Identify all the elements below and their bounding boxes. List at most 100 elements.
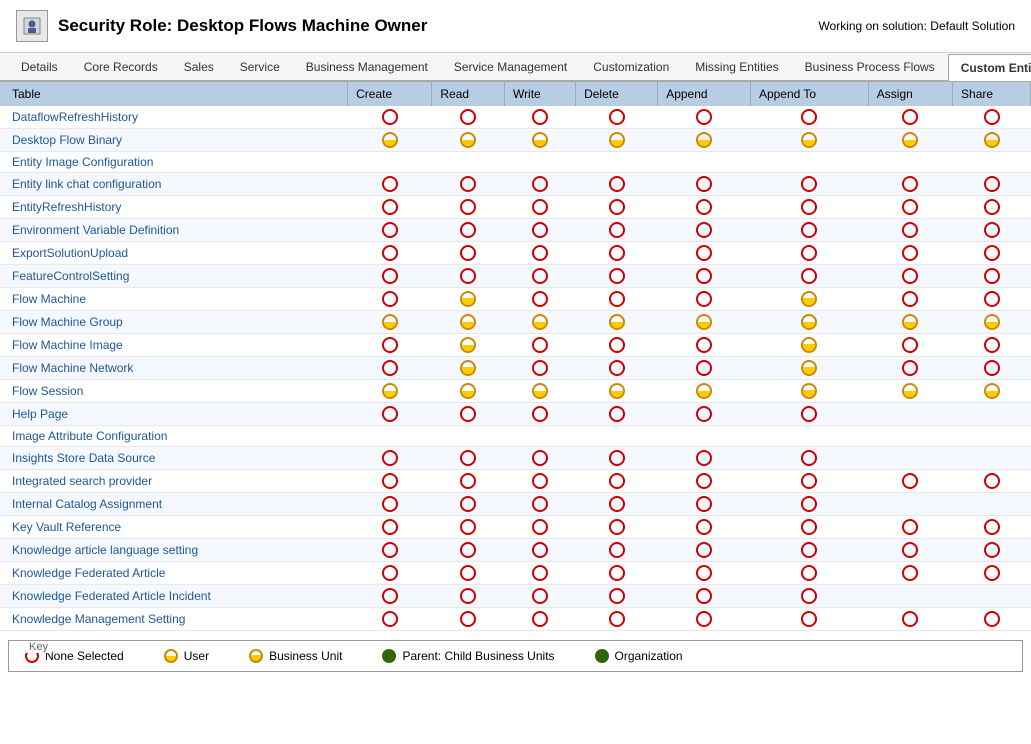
- perm-none-icon[interactable]: [902, 176, 918, 192]
- tab-core-records[interactable]: Core Records: [71, 53, 171, 80]
- perm-none-icon[interactable]: [801, 450, 817, 466]
- perm-none-icon[interactable]: [696, 176, 712, 192]
- perm-none-icon[interactable]: [532, 268, 548, 284]
- perm-none-icon[interactable]: [696, 473, 712, 489]
- perm-none-icon[interactable]: [984, 245, 1000, 261]
- perm-none-icon[interactable]: [696, 519, 712, 535]
- perm-none-icon[interactable]: [984, 337, 1000, 353]
- perm-none-icon[interactable]: [460, 109, 476, 125]
- perm-none-icon[interactable]: [801, 565, 817, 581]
- perm-none-icon[interactable]: [460, 450, 476, 466]
- perm-none-icon[interactable]: [801, 176, 817, 192]
- perm-none-icon[interactable]: [609, 565, 625, 581]
- perm-none-icon[interactable]: [696, 360, 712, 376]
- perm-user-icon[interactable]: [460, 383, 476, 399]
- perm-user-icon[interactable]: [609, 132, 625, 148]
- perm-none-icon[interactable]: [532, 199, 548, 215]
- perm-none-icon[interactable]: [382, 496, 398, 512]
- perm-none-icon[interactable]: [460, 245, 476, 261]
- perm-none-icon[interactable]: [696, 542, 712, 558]
- tab-details[interactable]: Details: [8, 53, 71, 80]
- tab-service-management[interactable]: Service Management: [441, 53, 580, 80]
- perm-none-icon[interactable]: [984, 291, 1000, 307]
- perm-none-icon[interactable]: [532, 450, 548, 466]
- perm-none-icon[interactable]: [609, 542, 625, 558]
- perm-user-icon[interactable]: [696, 383, 712, 399]
- perm-none-icon[interactable]: [460, 268, 476, 284]
- perm-none-icon[interactable]: [609, 473, 625, 489]
- tab-service[interactable]: Service: [227, 53, 293, 80]
- perm-none-icon[interactable]: [532, 519, 548, 535]
- perm-none-icon[interactable]: [902, 473, 918, 489]
- perm-none-icon[interactable]: [609, 109, 625, 125]
- perm-none-icon[interactable]: [382, 406, 398, 422]
- tab-missing-entities[interactable]: Missing Entities: [682, 53, 791, 80]
- perm-bu-icon[interactable]: [801, 337, 817, 353]
- perm-none-icon[interactable]: [382, 611, 398, 627]
- perm-none-icon[interactable]: [801, 519, 817, 535]
- perm-none-icon[interactable]: [532, 360, 548, 376]
- perm-none-icon[interactable]: [696, 199, 712, 215]
- perm-none-icon[interactable]: [382, 176, 398, 192]
- perm-none-icon[interactable]: [382, 222, 398, 238]
- perm-none-icon[interactable]: [532, 611, 548, 627]
- perm-user-icon[interactable]: [801, 314, 817, 330]
- perm-none-icon[interactable]: [902, 519, 918, 535]
- perm-none-icon[interactable]: [382, 360, 398, 376]
- tab-custom-entities[interactable]: Custom Entities: [948, 54, 1031, 81]
- perm-none-icon[interactable]: [902, 199, 918, 215]
- perm-none-icon[interactable]: [984, 473, 1000, 489]
- perm-none-icon[interactable]: [902, 565, 918, 581]
- perm-none-icon[interactable]: [460, 565, 476, 581]
- perm-user-icon[interactable]: [902, 132, 918, 148]
- perm-none-icon[interactable]: [801, 588, 817, 604]
- perm-none-icon[interactable]: [984, 519, 1000, 535]
- perm-user-icon[interactable]: [984, 383, 1000, 399]
- perm-none-icon[interactable]: [382, 268, 398, 284]
- perm-none-icon[interactable]: [609, 291, 625, 307]
- perm-user-icon[interactable]: [801, 132, 817, 148]
- perm-user-icon[interactable]: [696, 132, 712, 148]
- perm-user-icon[interactable]: [382, 383, 398, 399]
- perm-user-icon[interactable]: [460, 132, 476, 148]
- perm-none-icon[interactable]: [382, 245, 398, 261]
- perm-user-icon[interactable]: [902, 383, 918, 399]
- perm-none-icon[interactable]: [382, 519, 398, 535]
- perm-user-icon[interactable]: [696, 314, 712, 330]
- perm-user-icon[interactable]: [984, 314, 1000, 330]
- perm-none-icon[interactable]: [532, 588, 548, 604]
- perm-none-icon[interactable]: [609, 588, 625, 604]
- tab-business-management[interactable]: Business Management: [293, 53, 441, 80]
- perm-none-icon[interactable]: [532, 245, 548, 261]
- perm-none-icon[interactable]: [801, 199, 817, 215]
- perm-none-icon[interactable]: [696, 406, 712, 422]
- perm-none-icon[interactable]: [902, 222, 918, 238]
- perm-none-icon[interactable]: [696, 268, 712, 284]
- perm-none-icon[interactable]: [382, 109, 398, 125]
- perm-user-icon[interactable]: [609, 383, 625, 399]
- perm-none-icon[interactable]: [609, 268, 625, 284]
- perm-none-icon[interactable]: [696, 222, 712, 238]
- perm-none-icon[interactable]: [382, 588, 398, 604]
- perm-none-icon[interactable]: [609, 337, 625, 353]
- perm-none-icon[interactable]: [609, 406, 625, 422]
- perm-none-icon[interactable]: [609, 199, 625, 215]
- perm-none-icon[interactable]: [801, 611, 817, 627]
- tab-sales[interactable]: Sales: [171, 53, 227, 80]
- perm-none-icon[interactable]: [609, 176, 625, 192]
- perm-none-icon[interactable]: [801, 245, 817, 261]
- perm-none-icon[interactable]: [984, 199, 1000, 215]
- perm-bu-icon[interactable]: [801, 291, 817, 307]
- permissions-table-container[interactable]: TableCreateReadWriteDeleteAppendAppend T…: [0, 82, 1031, 634]
- perm-none-icon[interactable]: [460, 176, 476, 192]
- perm-user-icon[interactable]: [532, 383, 548, 399]
- perm-none-icon[interactable]: [984, 565, 1000, 581]
- perm-none-icon[interactable]: [532, 109, 548, 125]
- perm-none-icon[interactable]: [382, 291, 398, 307]
- perm-bu-icon[interactable]: [801, 383, 817, 399]
- perm-none-icon[interactable]: [609, 519, 625, 535]
- perm-none-icon[interactable]: [382, 565, 398, 581]
- perm-none-icon[interactable]: [801, 222, 817, 238]
- perm-bu-icon[interactable]: [801, 360, 817, 376]
- perm-none-icon[interactable]: [696, 588, 712, 604]
